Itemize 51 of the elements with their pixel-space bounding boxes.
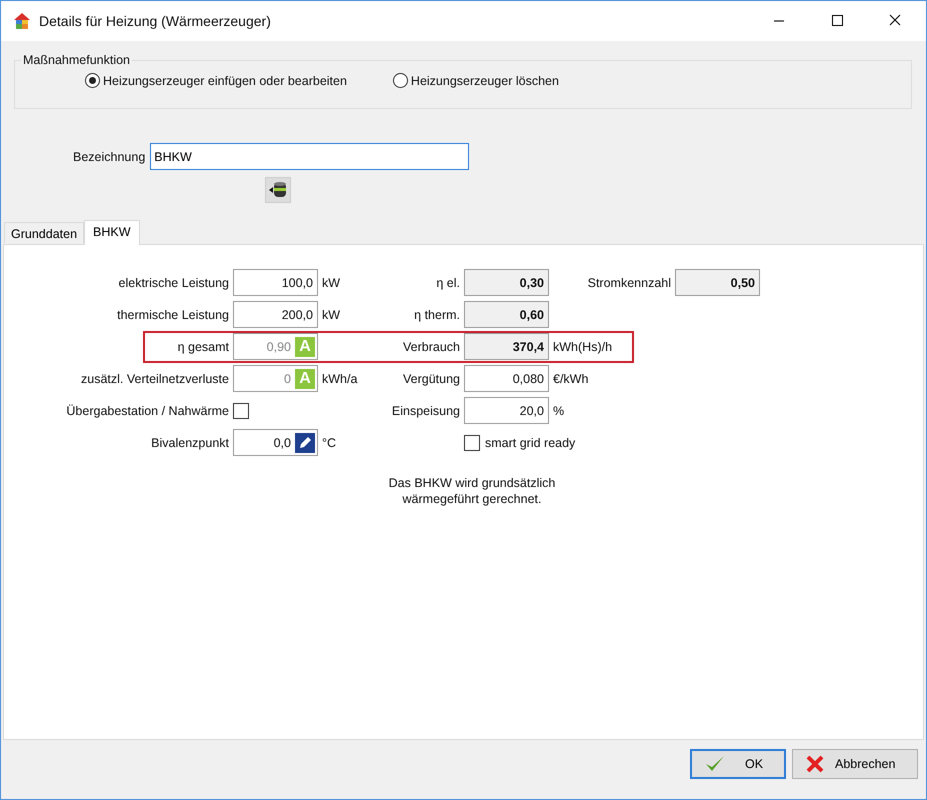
input-field[interactable]: 0,90 A	[233, 333, 318, 360]
field-label: Vergütung	[403, 372, 460, 386]
ok-button[interactable]: OK	[690, 749, 786, 779]
cross-icon	[805, 754, 825, 774]
field-label: thermische Leistung	[117, 308, 229, 322]
field-label: Einspeisung	[392, 404, 460, 418]
radio-option[interactable]: Heizungserzeuger löschen	[392, 73, 559, 88]
field-label: elektrische Leistung	[118, 276, 229, 290]
group-title: Maßnahmefunktion	[22, 53, 132, 67]
field-label: η el.	[436, 276, 460, 290]
checkbox[interactable]	[464, 434, 480, 450]
field-label: Übergabestation / Nahwärme	[66, 404, 229, 418]
house-icon	[13, 12, 31, 30]
input-field[interactable]: 100,0	[233, 269, 318, 296]
tab[interactable]: BHKW	[84, 220, 140, 245]
readonly-field: 0,30	[464, 269, 549, 296]
field-label: zusätzl. Verteilnetzverluste	[81, 372, 229, 386]
readonly-field: 0,60	[464, 301, 549, 328]
cancel-button[interactable]: Abbrechen	[792, 749, 918, 779]
input-field[interactable]: 0,0	[233, 429, 318, 456]
info-text: Das BHKW wird grundsätzlich wärmegeführt gerechnet.	[388, 475, 556, 507]
radio-button[interactable]	[85, 73, 100, 88]
input-field[interactable]: 200,0	[233, 301, 318, 328]
database-icon	[268, 180, 288, 200]
input-field[interactable]: 20,0	[464, 397, 549, 424]
unit-label: °C	[322, 436, 338, 450]
field-label: Bezeichnung	[73, 150, 146, 164]
unit-label: kWh(Hs)/h	[553, 340, 614, 354]
field-label: Verbrauch	[403, 340, 460, 354]
readonly-field: 0,50	[675, 269, 760, 296]
name-input[interactable]: BHKW	[150, 143, 470, 170]
radio-button[interactable]	[392, 73, 408, 88]
field-label: Stromkennzahl	[588, 276, 671, 290]
readonly-field: 370,4	[464, 333, 549, 360]
field-label: η gesamt	[178, 340, 229, 354]
window-title: Details für Heizung (Wärmeerzeuger)	[39, 13, 271, 29]
radio-option[interactable]: Heizungserzeuger einfügen oder bearbeiten	[85, 73, 347, 88]
checkbox-label[interactable]: smart grid ready	[464, 434, 671, 450]
input-field[interactable]: 0,080	[464, 365, 549, 392]
field-label: Bivalenzpunkt	[151, 436, 229, 450]
pencil-icon[interactable]	[295, 432, 315, 452]
unit-label: kWh/a	[322, 372, 358, 386]
tab[interactable]: Grunddaten	[4, 222, 84, 243]
field-label: η therm.	[414, 308, 460, 322]
unit-label: kW	[322, 276, 342, 290]
checkbox[interactable]	[233, 402, 249, 418]
unit-label: kW	[322, 308, 342, 322]
unit-label: %	[553, 404, 566, 418]
unit-label: €/kWh	[553, 372, 590, 386]
input-field[interactable]: 0 A	[233, 365, 318, 392]
database-button[interactable]	[265, 177, 291, 203]
